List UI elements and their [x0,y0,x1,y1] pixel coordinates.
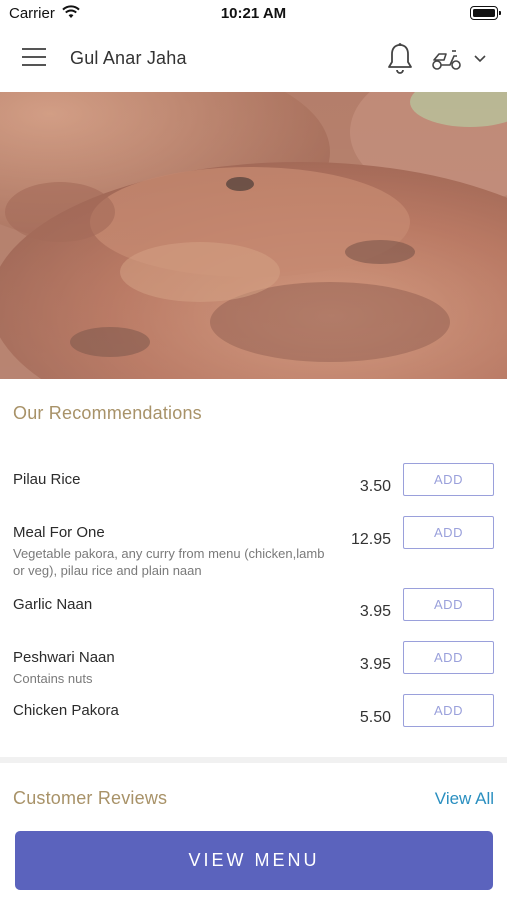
delivery-scooter-icon[interactable] [430,48,464,72]
item-name: Pilau Rice [13,471,81,488]
item-name: Peshwari Naan [13,649,115,666]
add-button[interactable]: ADD [403,694,494,727]
view-all-reviews-link[interactable]: View All [435,789,494,809]
status-bar: Carrier 10:21 AM [0,0,507,28]
notification-bell-icon[interactable] [385,42,415,76]
item-price: 12.95 [350,531,391,548]
item-price: 3.50 [359,478,391,495]
recommendations-title: Our Recommendations [13,403,202,423]
restaurant-title: Gul Anar Jaha [70,48,187,68]
chevron-down-icon[interactable] [472,52,488,66]
item-price: 3.95 [359,656,391,673]
section-divider [0,757,507,763]
item-price: 5.50 [359,709,391,726]
item-description: Contains nuts [13,671,93,686]
hero-food-image [0,92,507,379]
clock: 10:21 AM [220,5,287,22]
add-button[interactable]: ADD [403,588,494,621]
item-price: 3.95 [359,603,391,620]
add-button[interactable]: ADD [403,641,494,674]
battery-icon [470,6,501,20]
item-name: Meal For One [13,524,105,541]
item-name: Garlic Naan [13,596,93,613]
item-description: Vegetable pakora, any curry from menu (c… [13,546,325,578]
add-button[interactable]: ADD [403,516,494,549]
hamburger-menu-icon[interactable] [22,48,48,70]
app-header: Gul Anar Jaha [0,30,507,90]
view-menu-button[interactable]: VIEW MENU [15,831,493,890]
add-button[interactable]: ADD [403,463,494,496]
item-name: Chicken Pakora [13,702,119,719]
reviews-title: Customer Reviews [13,788,168,808]
